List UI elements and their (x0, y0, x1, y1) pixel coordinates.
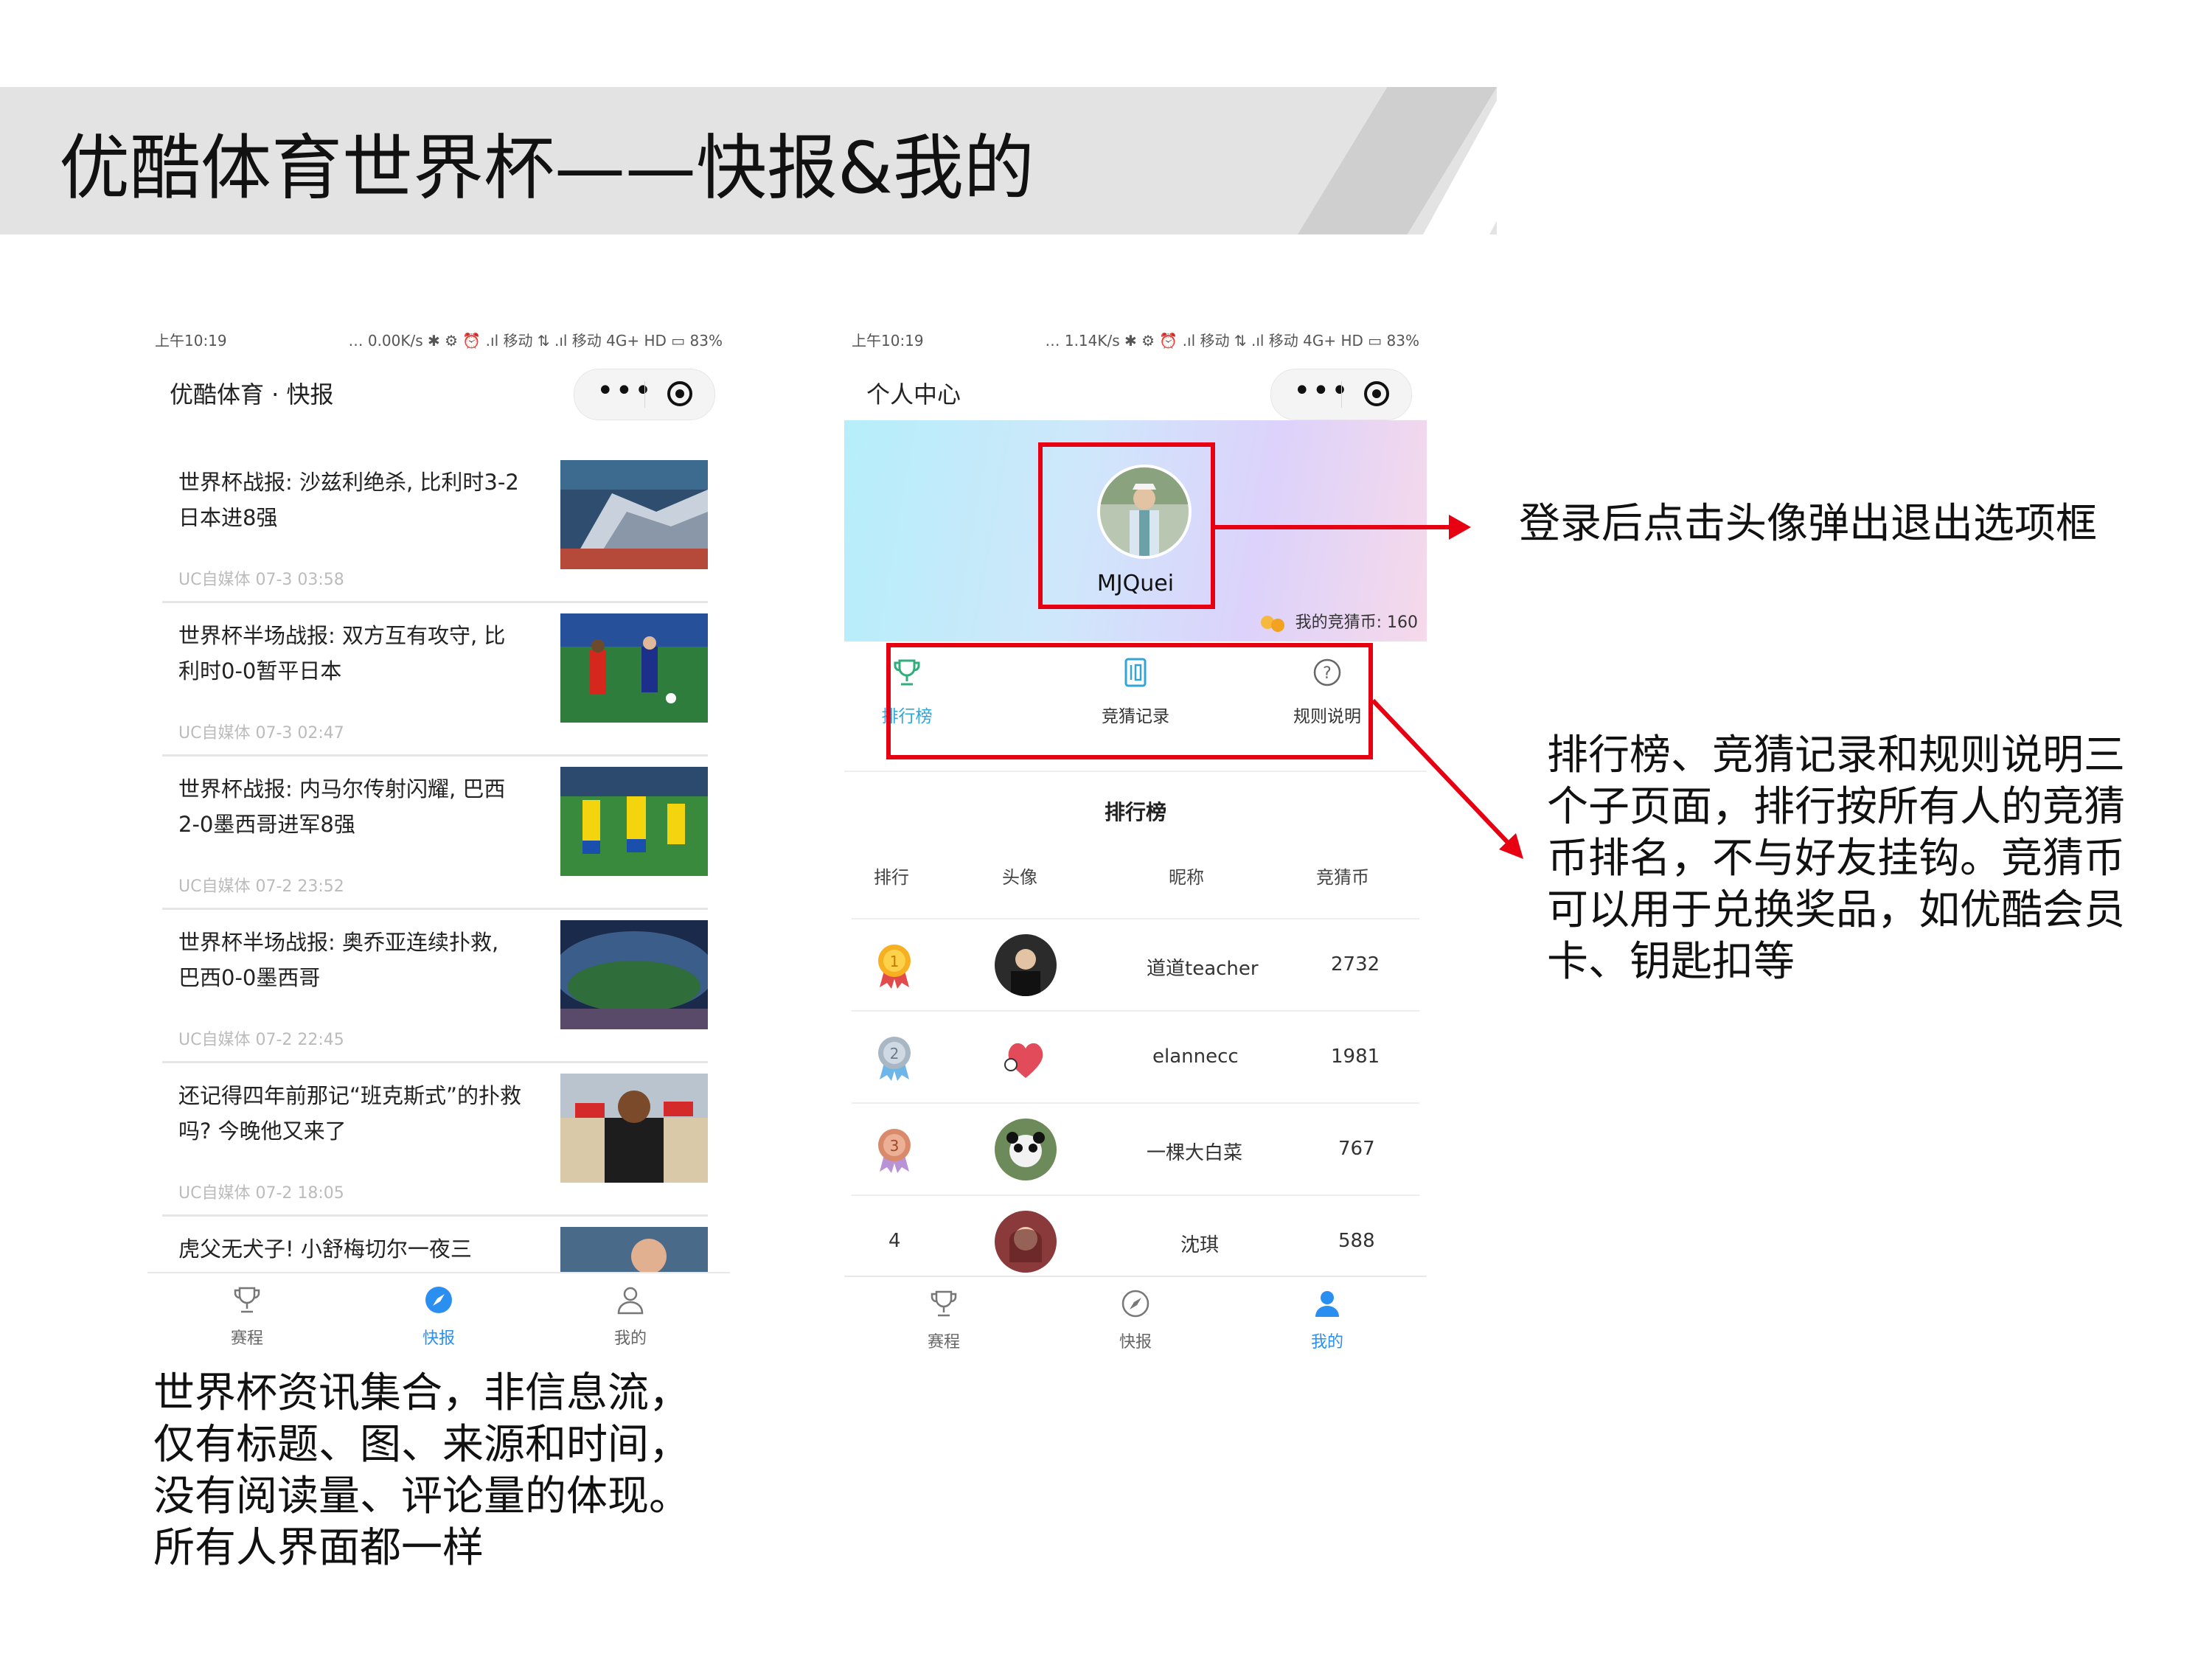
ranking-annotation: 排行榜、竞猜记录和规则说明三个子页面，排行按所有人的竞猜币排名，不与好友挂钩。竞… (1547, 731, 2125, 986)
avatar-annotation: 登录后点击头像弹出退出选项框 (1519, 500, 2097, 548)
arrowhead (1449, 515, 1471, 540)
arrow-to-ranking-note (1371, 698, 1514, 849)
news-annotation: 世界杯资讯集合，非信息流，仅有标题、图、来源和时间，没有阅读量、评论量的体现。所… (153, 1369, 690, 1572)
